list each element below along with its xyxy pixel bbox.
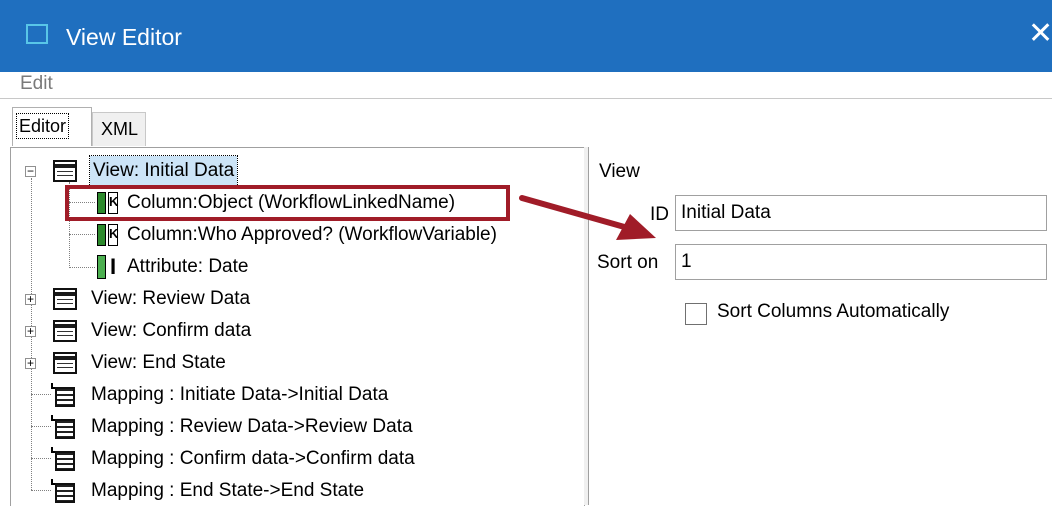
mapping-icon [51, 447, 75, 471]
tree-node-view-confirm[interactable]: + View: Confirm data [11, 316, 571, 346]
properties-title: View [599, 161, 640, 182]
id-field[interactable] [675, 195, 1047, 231]
expand-icon[interactable]: + [25, 293, 36, 305]
column-icon [97, 224, 119, 246]
tree-node-view-initial[interactable]: − View: Initial Data [11, 155, 571, 187]
menu-bar: Edit [0, 72, 1052, 99]
collapse-icon[interactable]: − [25, 165, 36, 177]
mapping-icon [51, 479, 75, 503]
tree-node-label: Mapping : End State->End State [91, 480, 365, 501]
expand-icon[interactable]: + [25, 357, 36, 369]
attribute-icon: I [97, 255, 125, 279]
tab-editor-label: Editor [15, 113, 70, 139]
tree-node-view-review[interactable]: + View: Review Data [11, 284, 571, 314]
menu-edit[interactable]: Edit [20, 72, 53, 96]
view-icon [53, 160, 77, 182]
expand-icon[interactable]: + [25, 325, 36, 337]
mapping-icon [51, 415, 75, 439]
sort-on-field[interactable] [675, 244, 1047, 280]
tree-node-mapping-review[interactable]: Mapping : Review Data->Review Data [11, 412, 571, 442]
tree-node-label: View: Confirm data [91, 320, 252, 341]
close-icon[interactable]: ✕ [1028, 16, 1052, 52]
tree-node-label: Column:Who Approved? (WorkflowVariable) [127, 224, 497, 245]
tree-node-label: Mapping : Review Data->Review Data [91, 416, 413, 437]
tree-node-mapping-initiate[interactable]: Mapping : Initiate Data->Initial Data [11, 380, 571, 410]
tab-xml[interactable]: XML [92, 112, 146, 146]
tree-node-mapping-end[interactable]: Mapping : End State->End State [11, 476, 571, 506]
properties-panel: View ID Sort on Sort Columns Automatical… [588, 147, 1052, 505]
id-label: ID [650, 204, 669, 225]
annotation-highlight-box [65, 185, 510, 221]
title-bar: View Editor ✕ [0, 0, 1052, 72]
view-icon [53, 288, 77, 310]
tree-node-label: Attribute: Date [127, 256, 249, 277]
mapping-icon [51, 383, 75, 407]
tree-node-column-who-approved[interactable]: Column:Who Approved? (WorkflowVariable) [11, 220, 571, 250]
view-icon [53, 320, 77, 342]
tree-node-attribute-date[interactable]: I Attribute: Date [11, 252, 571, 282]
sort-columns-label: Sort Columns Automatically [717, 301, 950, 322]
tab-editor[interactable]: Editor [12, 107, 92, 146]
tree-node-label: View: Review Data [91, 288, 251, 309]
app-icon [26, 24, 48, 44]
tree-node-view-end[interactable]: + View: End State [11, 348, 571, 378]
window-title: View Editor [66, 24, 182, 50]
sort-columns-checkbox[interactable] [685, 303, 707, 325]
tree-node-mapping-confirm[interactable]: Mapping : Confirm data->Confirm data [11, 444, 571, 474]
tab-xml-label: XML [101, 119, 139, 139]
view-icon [53, 352, 77, 374]
tree-node-label: View: Initial Data [88, 155, 239, 187]
tab-strip: Editor XML [0, 99, 1052, 147]
tree-node-label: Mapping : Confirm data->Confirm data [91, 448, 415, 469]
tree-node-label: View: End State [91, 352, 226, 373]
sort-on-label: Sort on [597, 252, 659, 273]
tree-node-label: Mapping : Initiate Data->Initial Data [91, 384, 389, 405]
